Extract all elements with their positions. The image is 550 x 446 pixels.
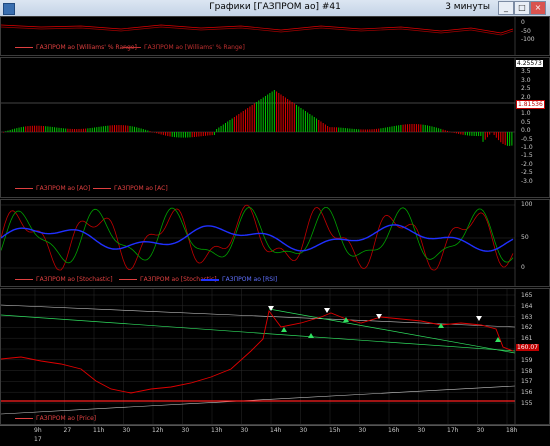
channel-line-2 xyxy=(268,308,516,354)
price-plot xyxy=(1,289,516,424)
ao-tick: 0.5 xyxy=(521,118,531,126)
ao-ac-pane[interactable]: 4.03.53.02.52.01.51.00.50.0-0.5-1.0-1.5-… xyxy=(0,57,550,198)
fractal-up-marker xyxy=(281,327,287,332)
wpr-legend-1: ГАЗПРОМ ао [Williams' % Range] xyxy=(15,44,137,51)
williams-pane[interactable]: 0 -50 -100 ГАЗПРОМ ао [Williams' % Range… xyxy=(0,16,550,56)
price-tick: 161 xyxy=(521,335,533,343)
time-label: 18h xyxy=(506,427,518,434)
time-label: 15h xyxy=(329,427,341,434)
channel-top-line xyxy=(1,314,516,352)
ao-histogram xyxy=(3,90,513,146)
time-label: 30 xyxy=(240,427,249,434)
time-label: 30 xyxy=(122,427,131,434)
rsi-legend: ГАЗПРОМ ао [RSI] xyxy=(201,276,277,283)
window-titlebar: Графики [ГАЗПРОМ ао] #41 3 минуты _ □ × xyxy=(0,0,550,17)
ao-tick: 1.0 xyxy=(521,110,531,118)
ac-value-tag: 1.81536 xyxy=(516,100,545,109)
wpr-tick-0: 0 xyxy=(521,19,525,26)
price-tick: 164 xyxy=(521,302,533,310)
price-tick: 156 xyxy=(521,389,533,397)
maximize-button[interactable]: □ xyxy=(514,1,530,15)
ao-tick: -2.5 xyxy=(521,169,533,177)
stoch-legend-1: ГАЗПРОМ ао [Stochastic] xyxy=(15,276,113,283)
close-button[interactable]: × xyxy=(530,1,546,15)
lower-trendline xyxy=(1,385,516,415)
time-label: 11h xyxy=(93,427,105,434)
time-label: 30 xyxy=(181,427,190,434)
osc-tick-50: 50 xyxy=(521,234,529,241)
time-label: 30 xyxy=(358,427,367,434)
time-label: 12h xyxy=(152,427,164,434)
wpr-legend-2: ГАЗПРОМ ао [Williams' % Range] xyxy=(123,44,245,51)
price-legend: ГАЗПРОМ ао [Price] xyxy=(15,415,96,422)
ao-tick: 0.0 xyxy=(521,127,531,135)
time-label: 30 xyxy=(299,427,308,434)
ao-ac-plot xyxy=(1,58,516,197)
time-label: 16h xyxy=(388,427,400,434)
time-label: 27 xyxy=(63,427,72,434)
price-tick: 162 xyxy=(521,324,533,332)
upper-trendline xyxy=(1,304,516,328)
time-label: 9h xyxy=(34,427,42,434)
time-sublabel: 17 xyxy=(34,436,42,443)
time-axis: 9h 27 11h 30 12h 30 13h 30 14h 30 15h 30 16h 30 17h 30 1… xyxy=(0,425,550,446)
fractal-down-marker xyxy=(476,316,482,321)
ao-tick: 3.0 xyxy=(521,76,531,84)
ac-legend: ГАЗПРОМ ао [AC] xyxy=(93,185,168,192)
wpr-tick-1: -50 xyxy=(521,28,531,35)
ao-tick: -0.5 xyxy=(521,135,533,143)
price-pane[interactable]: 165164163162161160159158157156155 160.07… xyxy=(0,288,550,425)
wpr-tick-2: -100 xyxy=(521,36,535,43)
price-tick: 159 xyxy=(521,356,533,364)
interval-label: 3 минуты xyxy=(445,2,490,12)
ao-tick: 2.5 xyxy=(521,85,531,93)
osc-tick-100: 100 xyxy=(521,201,533,208)
last-price-tag: 160.07 xyxy=(516,344,539,351)
fractal-down-marker xyxy=(324,308,330,313)
time-label: 14h xyxy=(270,427,282,434)
fractal-markers xyxy=(268,306,501,342)
ao-tick: -2.0 xyxy=(521,160,533,168)
price-tick: 157 xyxy=(521,378,533,386)
oscillator-pane[interactable]: 100 50 0 ГАЗПРОМ ао [Stochastic] ГАЗПРОМ… xyxy=(0,199,550,287)
time-label: 30 xyxy=(417,427,426,434)
ao-legend: ГАЗПРОМ ао [AO] xyxy=(15,185,90,192)
price-tick: 163 xyxy=(521,313,533,321)
price-tick: 158 xyxy=(521,367,533,375)
fractal-up-marker xyxy=(308,333,314,338)
ao-tick: -3.0 xyxy=(521,177,533,185)
oscillator-plot xyxy=(1,200,516,286)
ao-tick: -1.5 xyxy=(521,152,533,160)
time-label: 13h xyxy=(211,427,223,434)
minimize-button[interactable]: _ xyxy=(498,1,514,15)
time-label: 30 xyxy=(476,427,485,434)
price-tick: 165 xyxy=(521,292,533,299)
price-tick: 155 xyxy=(521,400,533,407)
time-label: 17h xyxy=(447,427,459,434)
ao-value-tag: 4.25573 xyxy=(516,60,543,67)
ao-tick: 3.5 xyxy=(521,68,531,76)
ao-tick: -1.0 xyxy=(521,144,533,151)
osc-tick-0: 0 xyxy=(521,264,525,271)
price-grid xyxy=(1,289,515,424)
